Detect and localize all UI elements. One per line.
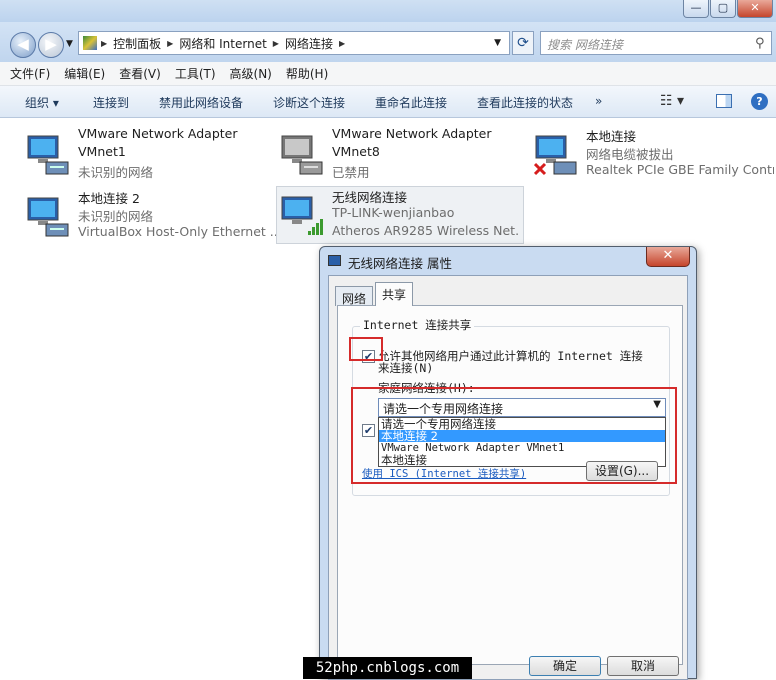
connection-status: Atheros AR9285 Wireless Net... bbox=[332, 223, 520, 238]
more-commands-button[interactable]: » bbox=[595, 94, 602, 108]
connection-name: 无线网络连接 bbox=[332, 190, 408, 205]
menu-advanced[interactable]: 高级(N) bbox=[230, 65, 272, 82]
maximize-button[interactable]: ▢ bbox=[710, 0, 736, 18]
menu-help[interactable]: 帮助(H) bbox=[286, 65, 328, 82]
search-icon[interactable]: ⚲ bbox=[755, 36, 765, 51]
address-input[interactable]: ▶ 控制面板 ▶ 网络和 Internet ▶ 网络连接 ▶ ▼ bbox=[78, 31, 510, 55]
breadcrumb-control-panel[interactable]: 控制面板 bbox=[107, 35, 167, 52]
menu-bar: 文件(F) 编辑(E) 查看(V) 工具(T) 高级(N) 帮助(H) bbox=[0, 62, 776, 86]
connection-item-local[interactable]: 本地连接 网络电缆被拔出 Realtek PCIe GBE Family Con… bbox=[534, 126, 774, 184]
recent-pages-chevron-icon[interactable]: ▼ bbox=[66, 39, 73, 49]
ics-group-label: Internet 连接共享 bbox=[360, 317, 475, 333]
window-titlebar: — ▢ ✕ bbox=[0, 0, 776, 22]
rename-button[interactable]: 重命名此连接 bbox=[375, 94, 447, 111]
connection-item-local2[interactable]: 本地连接 2 未识别的网络 VirtualBox Host-Only Ether… bbox=[26, 188, 278, 246]
refresh-icon[interactable]: ⟳ bbox=[512, 31, 534, 55]
forward-icon[interactable]: ▶ bbox=[38, 32, 64, 58]
connection-sub: TP-LINK-wenjianbao bbox=[332, 205, 455, 220]
dialog-close-button[interactable]: ✕ bbox=[646, 247, 690, 267]
connection-sub: VMnet8 bbox=[332, 144, 380, 159]
connection-status: 已禁用 bbox=[332, 165, 370, 180]
back-icon[interactable]: ◀ bbox=[10, 32, 36, 58]
breadcrumb-network-internet[interactable]: 网络和 Internet bbox=[173, 35, 272, 52]
network-cable-unplugged-icon bbox=[534, 135, 577, 176]
view-options-icon[interactable]: ☷ ▾ bbox=[660, 93, 684, 109]
control-panel-icon bbox=[83, 36, 97, 50]
command-toolbar: 组织 ▾ 连接到 禁用此网络设备 诊断这个连接 重命名此连接 查看此连接的状态 … bbox=[0, 86, 776, 118]
annotation-box-dropdown bbox=[351, 387, 677, 484]
connection-sub: 未识别的网络 bbox=[78, 209, 154, 224]
connection-name: VMware Network Adapter bbox=[78, 126, 238, 141]
connection-item-wireless[interactable]: 无线网络连接 TP-LINK-wenjianbao Atheros AR9285… bbox=[276, 186, 524, 244]
cancel-button[interactable]: 取消 bbox=[607, 656, 679, 676]
menu-tools[interactable]: 工具(T) bbox=[175, 65, 216, 82]
view-status-button[interactable]: 查看此连接的状态 bbox=[477, 94, 573, 111]
connection-name: 本地连接 2 bbox=[78, 191, 140, 206]
wireless-adapter-icon bbox=[281, 196, 323, 235]
tab-sharing[interactable]: 共享 bbox=[375, 282, 414, 306]
minimize-button[interactable]: — bbox=[683, 0, 709, 18]
preview-pane-icon[interactable] bbox=[716, 94, 732, 108]
close-window-button[interactable]: ✕ bbox=[737, 0, 773, 18]
connection-sub: VMnet1 bbox=[78, 144, 126, 159]
connection-status: Realtek PCIe GBE Family Contr... bbox=[586, 162, 774, 177]
organize-button[interactable]: 组织 ▾ bbox=[25, 94, 59, 111]
address-dropdown-icon[interactable]: ▼ bbox=[494, 38, 501, 48]
disable-device-button[interactable]: 禁用此网络设备 bbox=[159, 94, 243, 111]
ok-button[interactable]: 确定 bbox=[529, 656, 601, 676]
network-adapter-disabled-icon bbox=[281, 135, 323, 175]
breadcrumb-arrow-icon[interactable]: ▶ bbox=[339, 39, 345, 48]
allow-sharing-label-2: 来连接(N) bbox=[378, 361, 434, 375]
menu-view[interactable]: 查看(V) bbox=[119, 65, 161, 82]
connect-to-button[interactable]: 连接到 bbox=[93, 94, 129, 111]
connection-status: VirtualBox Host-Only Ethernet ... bbox=[78, 224, 278, 239]
help-icon[interactable]: ? bbox=[751, 93, 768, 110]
connection-name: 本地连接 bbox=[586, 129, 637, 144]
connection-status: 未识别的网络 bbox=[78, 165, 154, 180]
connection-sub: 网络电缆被拔出 bbox=[586, 147, 674, 162]
connection-item-vmnet8[interactable]: VMware Network Adapter VMnet8 已禁用 bbox=[280, 126, 530, 184]
diagnose-button[interactable]: 诊断这个连接 bbox=[273, 94, 345, 111]
dialog-title: 无线网络连接 属性 bbox=[348, 256, 452, 271]
dialog-network-icon bbox=[328, 255, 341, 266]
menu-edit[interactable]: 编辑(E) bbox=[64, 65, 105, 82]
connection-name: VMware Network Adapter bbox=[332, 126, 492, 141]
breadcrumb-network-connections[interactable]: 网络连接 bbox=[279, 35, 339, 52]
network-adapter-icon bbox=[27, 135, 69, 175]
search-input[interactable]: 搜索 网络连接 bbox=[540, 31, 772, 55]
menu-file[interactable]: 文件(F) bbox=[10, 65, 50, 82]
address-bar-area: ◀ ▶ ▼ ▶ 控制面板 ▶ 网络和 Internet ▶ 网络连接 ▶ ▼ ⟳… bbox=[0, 22, 776, 62]
sharing-panel: Internet 连接共享 ✔ 允许其他网络用户通过此计算机的 Internet… bbox=[337, 305, 683, 665]
tab-network[interactable]: 网络 bbox=[335, 286, 374, 306]
watermark: 52php.cnblogs.com bbox=[303, 657, 472, 679]
network-adapter-icon bbox=[27, 197, 69, 237]
annotation-box-checkbox bbox=[349, 337, 383, 361]
connection-item-vmnet1[interactable]: VMware Network Adapter VMnet1 未识别的网络 bbox=[26, 126, 276, 184]
